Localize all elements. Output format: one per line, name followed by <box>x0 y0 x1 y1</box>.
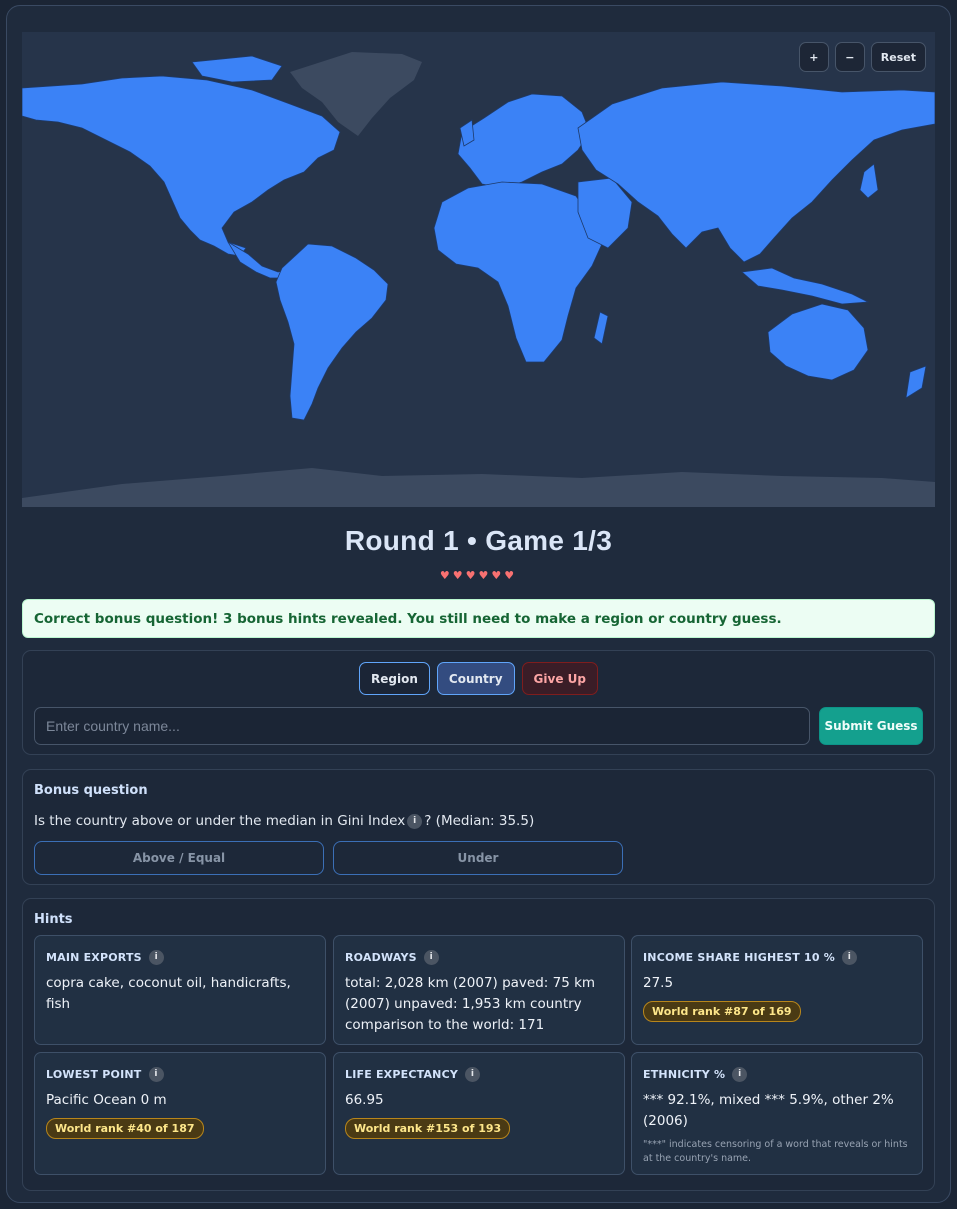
hints-title: Hints <box>34 912 73 927</box>
hint-value: copra cake, coconut oil, handicrafts, fi… <box>46 975 291 1012</box>
hint-label-text: LIFE EXPECTANCY <box>345 1067 459 1081</box>
asia-shape[interactable] <box>577 81 935 263</box>
guess-panel: Region Country Give Up Submit Guess <box>22 650 935 755</box>
new-zealand-shape[interactable] <box>905 365 927 399</box>
zoom-in-button[interactable]: + <box>798 42 829 72</box>
arctic-islands-shape[interactable] <box>191 55 283 83</box>
hint-label: ROADWAYS i <box>345 949 613 965</box>
world-rank-badge: World rank #40 of 187 <box>46 1118 204 1139</box>
hint-label: LOWEST POINT i <box>46 1066 314 1082</box>
bonus-question-panel: Bonus question Is the country above or u… <box>22 769 935 885</box>
reset-zoom-button[interactable]: Reset <box>870 42 926 72</box>
north-america-shape[interactable] <box>22 75 341 257</box>
game-container: + − Reset Round 1 • Game 1/3 ♥♥♥♥♥♥ Corr… <box>6 5 951 1203</box>
hint-card-main-exports: MAIN EXPORTS i copra cake, coconut oil, … <box>34 935 326 1045</box>
hint-label-text: LOWEST POINT <box>46 1067 142 1081</box>
info-icon[interactable]: i <box>148 949 164 965</box>
region-mode-button[interactable]: Region <box>359 662 430 695</box>
africa-shape[interactable] <box>433 181 603 363</box>
round-title: Round 1 • Game 1/3 <box>344 525 613 556</box>
hint-card-income-share: INCOME SHARE HIGHEST 10 % i 27.5 World r… <box>631 935 923 1045</box>
south-america-shape[interactable] <box>275 243 389 421</box>
hint-value: 66.95 <box>345 1092 384 1108</box>
japan-shape[interactable] <box>859 163 879 199</box>
hint-card-roadways: ROADWAYS i total: 2,028 km (2007) paved:… <box>333 935 625 1045</box>
info-icon[interactable]: i <box>423 949 439 965</box>
hint-label: INCOME SHARE HIGHEST 10 % i <box>643 949 911 965</box>
hint-label: LIFE EXPECTANCY i <box>345 1066 613 1082</box>
hint-card-life-expectancy: LIFE EXPECTANCY i 66.95 World rank #153 … <box>333 1052 625 1175</box>
lives-hearts-icon: ♥♥♥♥♥♥ <box>439 569 518 582</box>
europe-shape[interactable] <box>457 93 591 189</box>
australia-shape[interactable] <box>767 303 869 381</box>
hint-value: total: 2,028 km (2007) paved: 75 km (200… <box>345 975 596 1033</box>
give-up-button[interactable]: Give Up <box>521 662 598 695</box>
hint-label: MAIN EXPORTS i <box>46 949 314 965</box>
hint-value: 27.5 <box>643 975 674 991</box>
central-america-shape[interactable] <box>227 241 289 279</box>
info-icon[interactable]: i <box>732 1066 748 1082</box>
hint-card-lowest-point: LOWEST POINT i Pacific Ocean 0 m World r… <box>34 1052 326 1175</box>
southeast-asia-islands-shape[interactable] <box>741 267 870 305</box>
bonus-question-suffix: ? (Median: 35.5) <box>424 813 535 829</box>
hints-panel: Hints MAIN EXPORTS i copra cake, coconut… <box>22 898 935 1191</box>
guess-mode-tabs: Region Country Give Up <box>23 662 934 695</box>
world-map-svg[interactable] <box>22 32 935 507</box>
submit-guess-button[interactable]: Submit Guess <box>819 707 923 745</box>
hint-label-text: INCOME SHARE HIGHEST 10 % <box>643 950 835 964</box>
bonus-question-title: Bonus question <box>34 783 148 798</box>
country-mode-button[interactable]: Country <box>436 662 515 695</box>
info-icon[interactable]: i <box>841 949 857 965</box>
censor-note: "***" indicates censoring of a word that… <box>643 1139 908 1164</box>
bonus-question-prefix: Is the country above or under the median… <box>34 813 406 829</box>
antarctica-shape <box>22 468 935 507</box>
world-map[interactable]: + − Reset <box>22 32 935 507</box>
hint-label: ETHNICITY % i <box>643 1066 911 1082</box>
map-controls: + − Reset <box>798 42 926 72</box>
info-icon[interactable]: i <box>465 1066 481 1082</box>
hint-card-ethnicity: ETHNICITY % i *** 92.1%, mixed *** 5.9%,… <box>631 1052 923 1175</box>
above-equal-button[interactable]: Above / Equal <box>34 841 324 875</box>
world-rank-badge: World rank #153 of 193 <box>345 1118 511 1139</box>
world-rank-badge: World rank #87 of 169 <box>643 1001 801 1022</box>
hint-value: *** 92.1%, mixed *** 5.9%, other 2% (200… <box>643 1092 894 1129</box>
hint-label-text: MAIN EXPORTS <box>46 950 142 964</box>
bonus-question-text: Is the country above or under the median… <box>34 813 534 829</box>
madagascar-shape[interactable] <box>593 311 609 345</box>
country-guess-input[interactable] <box>34 707 810 745</box>
info-icon[interactable]: i <box>148 1066 164 1082</box>
hint-label-text: ETHNICITY % <box>643 1067 726 1081</box>
zoom-out-button[interactable]: − <box>834 42 865 72</box>
bonus-success-notice: Correct bonus question! 3 bonus hints re… <box>22 599 935 638</box>
hint-label-text: ROADWAYS <box>345 950 417 964</box>
info-icon[interactable]: i <box>407 813 423 829</box>
under-button[interactable]: Under <box>333 841 623 875</box>
hint-value: Pacific Ocean 0 m <box>46 1092 167 1108</box>
